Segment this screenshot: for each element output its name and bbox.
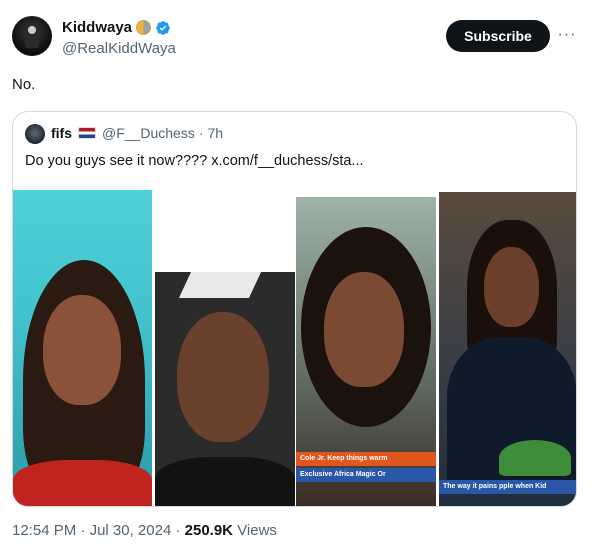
quoted-tweet[interactable]: fifs @F__Duchess · 7h Do you guys see it… xyxy=(12,111,577,507)
author-handle[interactable]: @RealKiddWaya xyxy=(62,40,176,57)
author-avatar[interactable] xyxy=(12,16,52,56)
quoted-author-avatar[interactable] xyxy=(25,124,45,144)
tweet-text: No. xyxy=(12,76,36,93)
photo-4[interactable]: The way it pains pple when Kid xyxy=(439,192,576,506)
quoted-author-name[interactable]: fifs xyxy=(51,125,72,141)
tweet-metadata: 12:54 PM · Jul 30, 2024 · 250.9K Views xyxy=(12,522,277,539)
quoted-tweet-header: fifs @F__Duchess · 7h xyxy=(51,125,223,141)
more-horizontal-icon[interactable]: ··· xyxy=(556,24,578,46)
media-grid: Cole Jr. Keep things warm Exclusive Afri… xyxy=(13,190,576,506)
author-display-name[interactable]: Kiddwaya xyxy=(62,19,132,36)
quoted-tweet-text: Do you guys see it now???? x.com/f__duch… xyxy=(25,153,364,169)
quoted-tweet-time[interactable]: 7h xyxy=(207,125,223,141)
separator-dot: · xyxy=(198,125,204,141)
half-moon-icon xyxy=(136,20,152,35)
separator-dot: · xyxy=(175,522,181,539)
photo-2[interactable] xyxy=(155,272,295,506)
photo-caption: Cole Jr. Keep things warm xyxy=(296,452,436,466)
views-label: Views xyxy=(237,522,277,539)
views-count: 250.9K xyxy=(184,522,234,539)
author-name-row: Kiddwaya xyxy=(62,19,171,36)
photo-1[interactable] xyxy=(13,190,152,506)
verified-badge-icon xyxy=(156,20,170,35)
photo-caption: Exclusive Africa Magic Or xyxy=(296,468,436,482)
tweet-date[interactable]: Jul 30, 2024 xyxy=(90,522,172,539)
subscribe-button[interactable]: Subscribe xyxy=(446,20,550,52)
netherlands-flag-icon xyxy=(78,127,96,139)
tweet-time[interactable]: 12:54 PM xyxy=(12,522,76,539)
photo-3[interactable]: Cole Jr. Keep things warm Exclusive Afri… xyxy=(296,197,436,506)
photo-caption: The way it pains pple when Kid xyxy=(439,480,576,494)
separator-dot: · xyxy=(80,522,86,539)
quoted-author-handle[interactable]: @F__Duchess xyxy=(102,125,195,141)
tweet: Kiddwaya @RealKiddWaya Subscribe ··· No.… xyxy=(0,0,613,548)
